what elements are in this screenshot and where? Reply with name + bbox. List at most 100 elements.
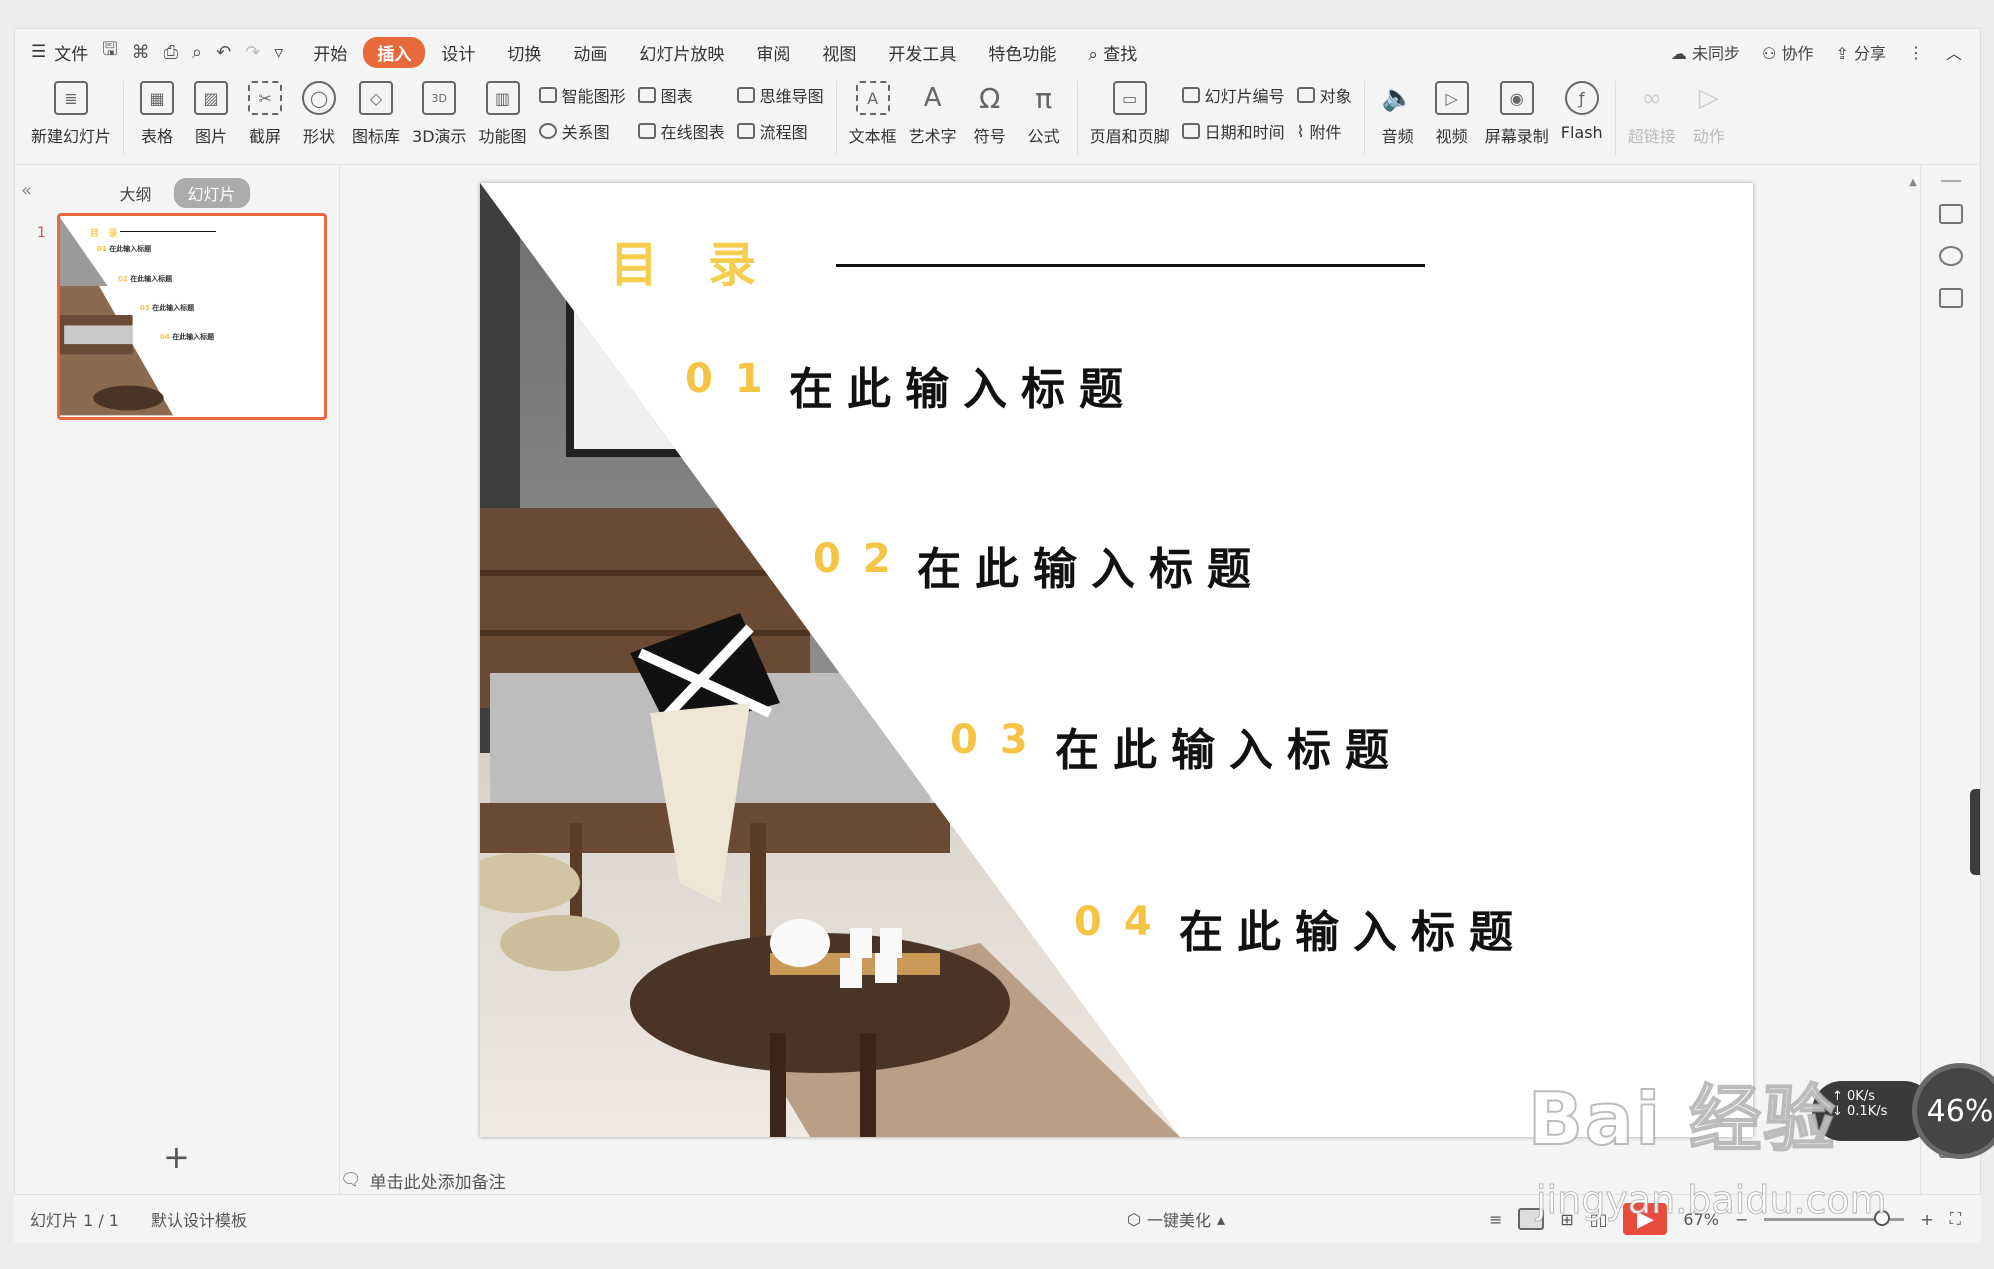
caret-up-icon: ▴ [1216, 1209, 1226, 1229]
tab-home[interactable]: 开始 [297, 40, 363, 65]
table-button[interactable]: ▦ 表格 [130, 75, 184, 147]
copy-icon[interactable] [1938, 288, 1963, 308]
vertical-scrollbar[interactable]: ▲ [1908, 177, 1918, 1117]
more-icon[interactable]: ⋮ [1908, 43, 1924, 62]
paperclip-icon: ⌇ [1296, 121, 1305, 141]
smart-shape-group: 智能图形 关系图 [533, 75, 632, 143]
slide-canvas[interactable]: 目 录 01 在此输入标题 02 在此输入标题 03 在此输入标题 04 在此输… [480, 183, 1753, 1137]
datetime-button[interactable]: 日期和时间 [1181, 119, 1285, 143]
online-chart-button[interactable]: 在线图表 [637, 119, 725, 143]
print-preview-icon[interactable]: ⌕ [192, 42, 202, 63]
attachment-button[interactable]: ⌇ 附件 [1297, 119, 1352, 143]
tab-view[interactable]: 视图 [806, 40, 872, 65]
notes-toggle-icon[interactable]: ≡ [1489, 1210, 1502, 1229]
fit-window-icon[interactable]: ⛶ [1950, 1209, 1961, 1229]
slide-thumbnail-1[interactable]: 目 录 01 在此输入标题 02 在此输入标题 03 在此输入标题 04 在此输… [57, 213, 327, 420]
tab-slides[interactable]: 幻灯片 [173, 178, 250, 208]
drag-handle-icon [1940, 180, 1961, 182]
format-painter-icon[interactable]: ⌘ [132, 42, 150, 63]
collab-button[interactable]: ⚇ 协作 [1762, 40, 1813, 64]
side-handle[interactable] [1970, 789, 1980, 875]
add-slide-icon[interactable]: + [163, 1138, 190, 1176]
screen-record-button[interactable]: ◉ 屏幕录制 [1479, 75, 1555, 147]
tab-transition[interactable]: 切换 [491, 40, 557, 65]
settings-sliders-icon[interactable] [1938, 204, 1963, 224]
separator [1076, 81, 1078, 155]
mindmap-button[interactable]: 思维导图 [736, 83, 824, 107]
3d-demo-button[interactable]: 3D 3D演示 [406, 75, 473, 147]
beautify-button[interactable]: ⬡ 一键美化 ▴ [1127, 1207, 1225, 1231]
tab-review[interactable]: 审阅 [740, 40, 806, 65]
tab-outline[interactable]: 大纲 [105, 178, 165, 208]
picture-icon: ▨ [194, 81, 229, 115]
table-icon: ▦ [140, 81, 175, 115]
baidu-watermark-url: jingyan.baidu.com [1536, 1178, 1888, 1223]
tab-slideshow[interactable]: 幻灯片放映 [623, 40, 740, 65]
tab-insert[interactable]: 插入 [363, 36, 426, 68]
item-heading-4: 在此输入标题 [1179, 907, 1527, 958]
textbox-button[interactable]: A 文本框 [843, 75, 903, 147]
user-icon: ⚇ [1762, 44, 1777, 63]
notes-bar[interactable]: 🗨 单击此处添加备注 [340, 1165, 506, 1195]
item-number-1: 01 [685, 356, 785, 402]
flowchart-icon [736, 123, 755, 139]
network-speed-widget[interactable]: ↑ 0K/s ↓ 0.1K/s 46% [1812, 1063, 1994, 1159]
print-icon[interactable]: ⎙ [164, 42, 178, 63]
relation-icon [538, 123, 557, 139]
smart-shape-button[interactable]: 智能图形 [538, 83, 626, 107]
menu-bar: ☰ 文件 🖫 ⌘ ⎙ ⌕ ↶ ↷ ▿ 开始 插入 设计 切换 动画 幻灯片放映 … [15, 29, 1980, 75]
chart-button[interactable]: 图表 [637, 83, 725, 107]
wordart-button[interactable]: A 艺术字 [903, 75, 963, 147]
play-action-icon: ▷ [1698, 83, 1719, 113]
tab-design[interactable]: 设计 [425, 40, 491, 65]
slide-number-button[interactable]: 幻灯片编号 [1181, 83, 1285, 107]
screenshot-button[interactable]: ✂ 截屏 [238, 75, 292, 147]
zoom-in-icon[interactable]: + [1920, 1210, 1933, 1229]
function-chart-button[interactable]: ▥ 功能图 [473, 75, 533, 147]
object-group: 对象 ⌇ 附件 [1291, 75, 1358, 143]
customize-dropdown-icon[interactable]: ▿ [274, 42, 283, 63]
shape-icon: ◯ [302, 81, 337, 115]
symbol-button[interactable]: Ω 符号 [963, 75, 1017, 147]
file-menu[interactable]: ☰ 文件 [15, 40, 88, 65]
flash-button[interactable]: ƒ Flash [1555, 75, 1609, 142]
action-button[interactable]: ▷ 动作 [1682, 75, 1736, 147]
icon-library-button[interactable]: ◇ 图标库 [346, 75, 406, 147]
insert-ribbon: ≣ 新建幻灯片 ▦ 表格 ▨ 图片 ✂ 截屏 ◯ 形状 ◇ 图标库 3D 3D演示 ▥ 功能图 … [15, 75, 1980, 165]
template-name[interactable]: 默认设计模板 [135, 1207, 263, 1231]
hyperlink-button[interactable]: ∞ 超链接 [1622, 75, 1682, 147]
thumb-item-3: 03 在此输入标题 [140, 304, 195, 312]
shape-button[interactable]: ◯ 形状 [292, 75, 346, 147]
item-number-2: 02 [813, 536, 913, 582]
right-sidebar [1920, 166, 1980, 1194]
flowchart-button[interactable]: 流程图 [736, 119, 824, 143]
picture-button[interactable]: ▨ 图片 [184, 75, 238, 147]
omega-icon: Ω [978, 81, 1001, 115]
star-icon[interactable] [1938, 246, 1963, 266]
audio-button[interactable]: 🔈 音频 [1371, 75, 1425, 147]
search-button[interactable]: ⌕ 查找 [1072, 40, 1153, 65]
undo-icon[interactable]: ↶ [216, 42, 231, 63]
screen-record-icon: ◉ [1499, 81, 1534, 115]
object-button[interactable]: 对象 [1296, 83, 1352, 107]
new-slide-button[interactable]: ≣ 新建幻灯片 [25, 75, 117, 147]
share-button[interactable]: ⇪ 分享 [1835, 40, 1886, 64]
toc-title-char-1: 目 [610, 237, 661, 293]
thumb-title-line [120, 231, 216, 232]
calendar-icon [1181, 123, 1200, 139]
video-button[interactable]: ▷ 视频 [1425, 75, 1479, 147]
tab-animation[interactable]: 动画 [557, 40, 623, 65]
scroll-up-icon[interactable]: ▲ [1908, 177, 1918, 188]
slide-number-label: 1 [37, 225, 46, 241]
tab-features[interactable]: 特色功能 [972, 40, 1072, 65]
separator [1363, 81, 1365, 155]
sync-button[interactable]: ☁ 未同步 [1671, 40, 1740, 64]
formula-button[interactable]: π 公式 [1017, 75, 1071, 147]
cloud-icon: ☁ [1670, 44, 1687, 63]
header-footer-button[interactable]: ▭ 页眉和页脚 [1084, 75, 1176, 147]
save-icon[interactable]: 🖫 [102, 37, 117, 67]
collapse-ribbon-icon[interactable]: ︿ [1946, 40, 1962, 64]
tab-developer[interactable]: 开发工具 [872, 40, 972, 65]
redo-icon[interactable]: ↷ [245, 42, 260, 63]
relation-button[interactable]: 关系图 [538, 119, 626, 143]
